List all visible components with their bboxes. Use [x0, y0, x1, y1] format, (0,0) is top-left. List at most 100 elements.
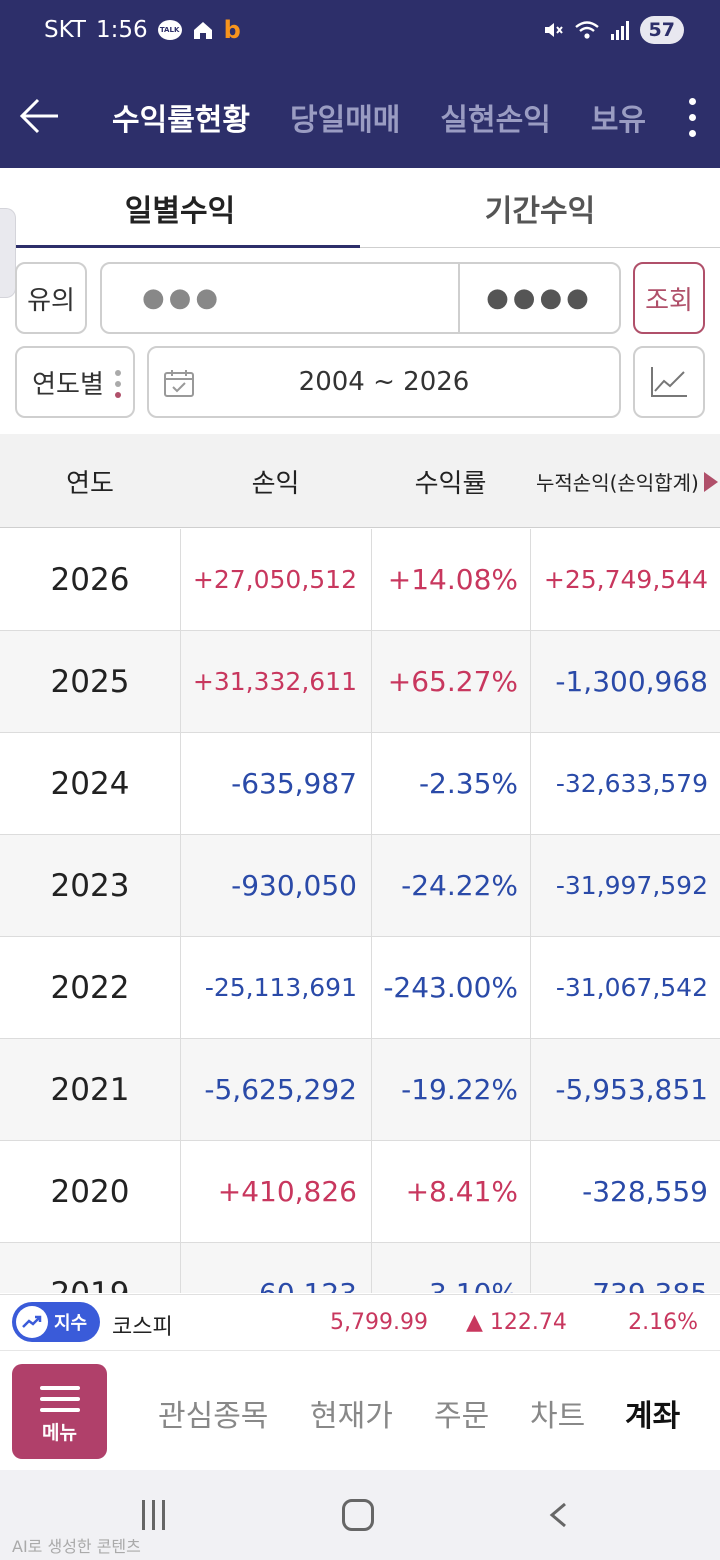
status-bar: SKT 1:56 TALK b 57 [0, 0, 720, 66]
table-row[interactable]: 2025 +31,332,611 +65.27% -1,300,968 [0, 631, 720, 733]
table-row[interactable]: 2020 +410,826 +8.41% -328,559 [0, 1141, 720, 1243]
tab-period-profit[interactable]: 기간수익 [360, 168, 720, 247]
table-row[interactable]: 2026 +27,050,512 +14.08% +25,749,544 [0, 529, 720, 631]
index-badge[interactable]: 지수 [12, 1302, 100, 1342]
more-dot [688, 97, 696, 105]
tab-holdings[interactable]: 보유 [591, 95, 646, 139]
carrier-label: SKT [44, 17, 86, 43]
cell-cumulative: -31,997,592 [530, 835, 720, 936]
cell-pl: +31,332,611 [180, 631, 371, 732]
period-dropdown-label: 연도별 [32, 369, 104, 400]
mute-icon [542, 19, 564, 41]
cell-year: 2020 [50, 1173, 130, 1210]
cell-pl: -5,625,292 [180, 1039, 371, 1140]
signal-icon [610, 19, 630, 41]
system-back-icon[interactable] [548, 1502, 568, 1528]
recent-apps-icon[interactable] [142, 1500, 172, 1530]
home-icon[interactable] [342, 1499, 374, 1531]
cell-rate: +14.08% [371, 529, 530, 630]
table-body: 2026 +27,050,512 +14.08% +25,749,544 2025 +31… [0, 529, 720, 1293]
more-dot [688, 129, 696, 137]
table-row[interactable]: 2019-60,123-3.10%-739,385 [0, 1243, 720, 1293]
index-value: 5,799.99 [330, 1310, 428, 1335]
notice-button[interactable]: 유의 [15, 262, 87, 334]
cell-pl: -930,050 [180, 835, 371, 936]
clock: 1:56 [95, 17, 148, 43]
app-bar: 수익률현황 당일매매 실현손익 보유 [0, 66, 720, 168]
back-button[interactable] [18, 94, 62, 138]
cell-rate: -19.22% [371, 1039, 530, 1140]
search-button[interactable]: 조회 [633, 262, 705, 334]
cell-pl: -635,987 [180, 733, 371, 834]
calendar-icon [163, 368, 195, 398]
cell-pl: -60,123 [180, 1243, 371, 1293]
nav-order[interactable]: 주문 [434, 1391, 489, 1435]
side-panel-handle[interactable] [0, 208, 16, 298]
tab-realized-pl[interactable]: 실현손익 [440, 95, 550, 139]
hamburger-icon [40, 1386, 80, 1419]
cell-year: 2019 [0, 1243, 180, 1294]
cell-cumulative: +25,749,544 [530, 529, 720, 630]
menu-button-label: 메뉴 [42, 1422, 77, 1444]
tab-daily-profit[interactable]: 일별수익 [0, 168, 360, 248]
header-cumulative-pl[interactable]: 누적손익(손익합계) [530, 434, 706, 528]
trend-up-icon [16, 1306, 48, 1338]
account-password-masked[interactable]: ●●●● [458, 264, 619, 332]
cell-cumulative: -1,300,968 [530, 631, 720, 732]
status-left: SKT 1:56 TALK b [44, 16, 241, 44]
header-year[interactable]: 연도 [0, 434, 180, 528]
dropdown-dots-icon [115, 370, 121, 398]
date-range-text: 2004 ~ 2026 [298, 367, 470, 397]
bottom-nav: 메뉴 관심종목 현재가 주문 차트 계좌 [0, 1350, 720, 1470]
line-chart-icon [651, 367, 687, 397]
ai-watermark: AI로 생성한 콘텐츠 [12, 1537, 141, 1556]
period-dropdown[interactable]: 연도별 [15, 346, 135, 418]
table-header: 연도 손익 수익률 누적손익(손익합계) [0, 434, 720, 528]
menu-button[interactable]: 메뉴 [12, 1364, 107, 1459]
cell-rate: +65.27% [371, 631, 530, 732]
status-right: 57 [542, 16, 684, 44]
nav-chart[interactable]: 차트 [530, 1391, 585, 1435]
cell-year: 2026 [50, 561, 130, 598]
scroll-right-icon[interactable] [704, 472, 718, 492]
header-pl[interactable]: 손익 [180, 434, 371, 528]
cell-year: 2022 [50, 969, 130, 1006]
index-badge-label: 지수 [54, 1313, 88, 1334]
index-percent: 2.16% [628, 1310, 698, 1335]
cell-rate: -243.00% [371, 937, 530, 1038]
home-app-icon [192, 19, 214, 41]
more-menu-button[interactable] [664, 66, 720, 168]
table-row[interactable]: 2022 -25,113,691 -243.00% -31,067,542 [0, 937, 720, 1039]
market-index-bar[interactable]: 지수 코스피 5,799.99 ▲ 122.74 2.16% [0, 1294, 720, 1350]
cell-rate: -3.10% [371, 1243, 530, 1293]
more-dot [688, 113, 696, 121]
cell-rate: +8.41% [371, 1141, 530, 1242]
nav-watchlist[interactable]: 관심종목 [158, 1391, 268, 1435]
app-root: SKT 1:56 TALK b 57 수익률현황 당일매매 실현손익 보유 일별… [0, 0, 720, 1560]
nav-current-price[interactable]: 현재가 [310, 1391, 393, 1435]
chart-view-button[interactable] [633, 346, 705, 418]
top-tabs: 수익률현황 당일매매 실현손익 보유 [112, 66, 646, 168]
table-row[interactable]: 2021 -5,625,292 -19.22% -5,953,851 [0, 1039, 720, 1141]
cell-cumulative: -32,633,579 [530, 733, 720, 834]
table-row[interactable]: 2024 -635,987 -2.35% -32,633,579 [0, 733, 720, 835]
header-rate[interactable]: 수익률 [371, 434, 530, 528]
back-arrow-icon [19, 98, 58, 134]
account-selector[interactable]: ●●● ●●●● [100, 262, 621, 334]
cell-rate: -24.22% [371, 835, 530, 936]
cell-pl: +27,050,512 [180, 529, 371, 630]
cell-year: 2024 [50, 765, 130, 802]
cell-cumulative: -5,953,851 [530, 1039, 720, 1140]
date-range-picker[interactable]: 2004 ~ 2026 [147, 346, 621, 418]
nav-account[interactable]: 계좌 [625, 1391, 680, 1435]
cell-year: 2021 [50, 1071, 130, 1108]
cell-rate: -2.35% [371, 733, 530, 834]
index-change: ▲ 122.74 [466, 1310, 567, 1335]
tab-day-trading[interactable]: 당일매매 [290, 95, 400, 139]
tab-profit-status[interactable]: 수익률현황 [112, 95, 250, 139]
cell-cumulative: -328,559 [530, 1141, 720, 1242]
index-name: 코스피 [112, 1315, 173, 1340]
cell-pl: -25,113,691 [180, 937, 371, 1038]
battery-indicator: 57 [639, 16, 684, 44]
table-row[interactable]: 2023 -930,050 -24.22% -31,997,592 [0, 835, 720, 937]
